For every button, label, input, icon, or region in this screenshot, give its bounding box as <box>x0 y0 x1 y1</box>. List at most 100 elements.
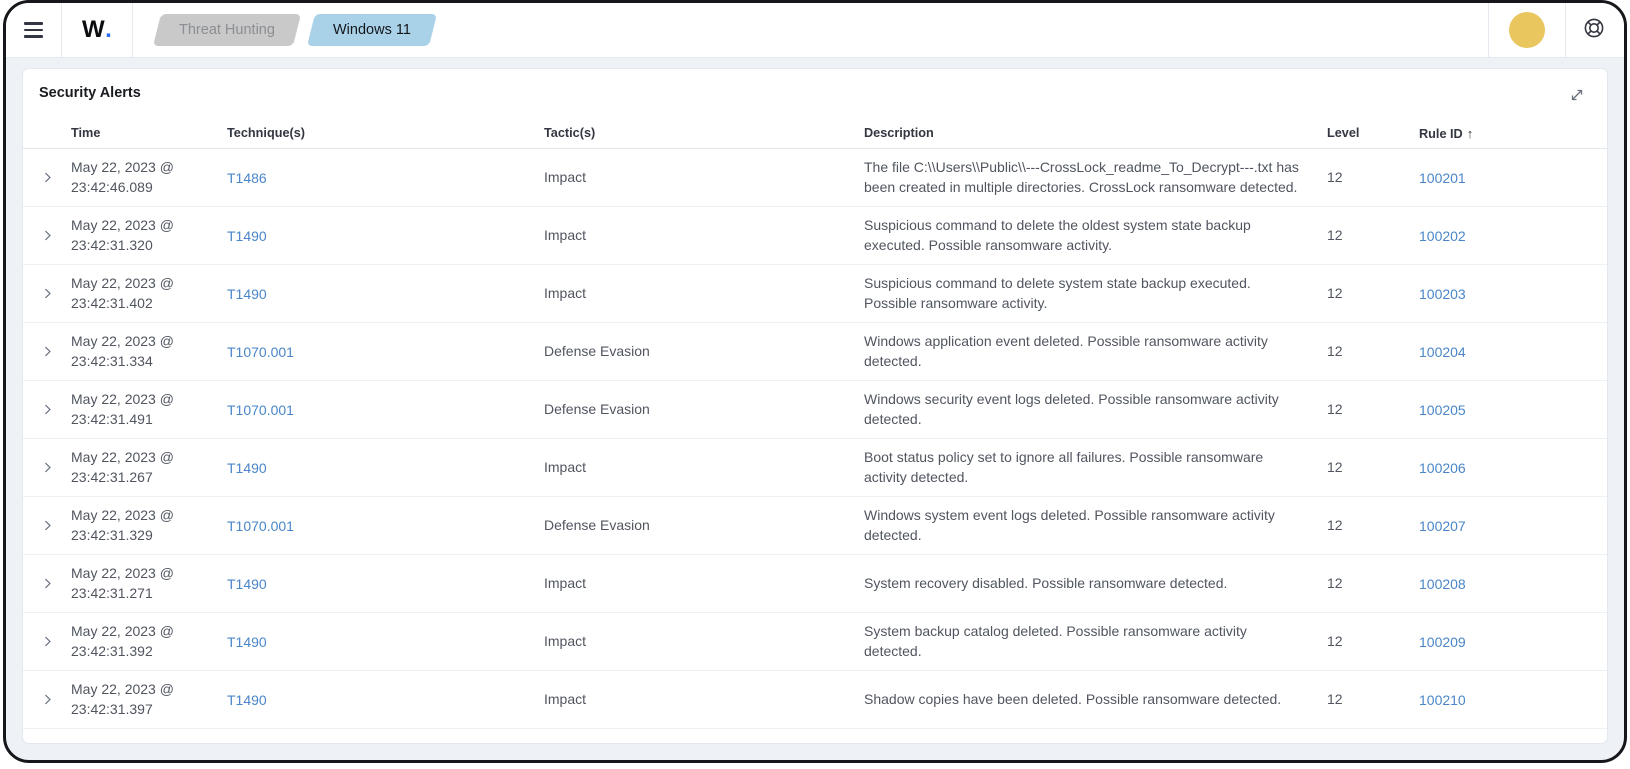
breadcrumb-label: Windows 11 <box>333 22 412 38</box>
rule-id-link[interactable]: 100202 <box>1419 228 1466 244</box>
table-row: May 22, 2023 @ 23:42:31.271 T1490 Impact… <box>23 555 1607 613</box>
app-window: W. Threat Hunting Windows 11 Security Al… <box>3 0 1627 763</box>
time-line1: May 22, 2023 @ <box>71 275 174 292</box>
row-expand-cell <box>23 689 71 711</box>
row-expand-cell <box>23 631 71 653</box>
time-line2: 23:42:31.402 <box>71 294 153 311</box>
breadcrumb-threat-hunting[interactable]: Threat Hunting <box>153 14 302 46</box>
technique-link[interactable]: T1486 <box>227 170 267 186</box>
tactic-cell: Impact <box>544 226 587 243</box>
description-cell: System backup catalog deleted. Possible … <box>864 623 1247 659</box>
technique-link[interactable]: T1070.001 <box>227 402 294 418</box>
rule-id-cell: 100202 <box>1419 228 1607 244</box>
topbar-right <box>1488 3 1624 57</box>
technique-cell: T1490 <box>227 576 544 592</box>
expand-panel-button[interactable] <box>1565 83 1589 112</box>
tactic-cell: Impact <box>544 632 587 649</box>
table-row: May 22, 2023 @ 23:42:31.267 T1490 Impact… <box>23 439 1607 497</box>
expand-row-button[interactable] <box>36 225 58 247</box>
rule-id-cell: 100203 <box>1419 286 1607 302</box>
menu-button[interactable] <box>6 3 61 57</box>
expand-row-button[interactable] <box>36 573 58 595</box>
expand-row-button[interactable] <box>36 457 58 479</box>
rule-id-link[interactable]: 100209 <box>1419 634 1466 650</box>
rule-id-link[interactable]: 100201 <box>1419 170 1466 186</box>
rule-id-link[interactable]: 100204 <box>1419 344 1466 360</box>
breadcrumb-label: Threat Hunting <box>179 22 276 38</box>
technique-link[interactable]: T1490 <box>227 576 267 592</box>
column-header-techniques[interactable]: Technique(s) <box>227 126 544 140</box>
breadcrumb-windows-11[interactable]: Windows 11 <box>307 14 438 46</box>
level-cell: 12 <box>1327 632 1343 649</box>
rule-id-cell: 100207 <box>1419 518 1607 534</box>
rule-id-link[interactable]: 100206 <box>1419 460 1466 476</box>
tactic-cell: Defense Evasion <box>544 400 650 417</box>
technique-link[interactable]: T1070.001 <box>227 344 294 360</box>
row-expand-cell <box>23 341 71 363</box>
technique-link[interactable]: T1490 <box>227 460 267 476</box>
description-cell: Windows application event deleted. Possi… <box>864 333 1268 369</box>
expand-row-button[interactable] <box>36 341 58 363</box>
table-row: May 22, 2023 @ 23:42:31.491 T1070.001 De… <box>23 381 1607 439</box>
rule-id-cell: 100209 <box>1419 634 1607 650</box>
technique-cell: T1490 <box>227 228 544 244</box>
column-header-rule-id-label: Rule ID <box>1419 126 1463 141</box>
tactic-cell: Defense Evasion <box>544 342 650 359</box>
app-logo[interactable]: W. <box>62 3 132 57</box>
expand-diagonal-icon <box>1569 89 1585 107</box>
expand-row-button[interactable] <box>36 631 58 653</box>
time-cell: May 22, 2023 @ 23:42:31.392 <box>71 622 227 661</box>
technique-link[interactable]: T1490 <box>227 286 267 302</box>
technique-cell: T1490 <box>227 460 544 476</box>
row-expand-cell <box>23 515 71 537</box>
time-line2: 23:42:31.397 <box>71 700 153 717</box>
level-cell: 12 <box>1327 342 1343 359</box>
technique-link[interactable]: T1070.001 <box>227 518 294 534</box>
tactic-cell: Impact <box>544 574 587 591</box>
rule-id-link[interactable]: 100207 <box>1419 518 1466 534</box>
tactic-cell: Defense Evasion <box>544 516 650 533</box>
column-header-rule-id[interactable]: Rule ID ↑ <box>1419 126 1607 141</box>
column-header-tactics[interactable]: Tactic(s) <box>544 126 864 140</box>
column-header-description[interactable]: Description <box>864 126 1327 140</box>
column-header-level[interactable]: Level <box>1327 126 1419 140</box>
time-line1: May 22, 2023 @ <box>71 449 174 466</box>
time-line1: May 22, 2023 @ <box>71 391 174 408</box>
description-cell: Suspicious command to delete system stat… <box>864 275 1251 311</box>
time-cell: May 22, 2023 @ 23:42:31.491 <box>71 390 227 429</box>
user-menu-button[interactable] <box>1489 12 1565 48</box>
description-cell: Windows system event logs deleted. Possi… <box>864 507 1275 543</box>
sort-ascending-icon: ↑ <box>1466 125 1474 141</box>
time-cell: May 22, 2023 @ 23:42:31.329 <box>71 506 227 545</box>
time-cell: May 22, 2023 @ 23:42:31.334 <box>71 332 227 371</box>
rule-id-link[interactable]: 100205 <box>1419 402 1466 418</box>
expand-row-button[interactable] <box>36 167 58 189</box>
rule-id-link[interactable]: 100208 <box>1419 576 1466 592</box>
expand-row-button[interactable] <box>36 515 58 537</box>
column-header-time[interactable]: Time <box>71 126 227 140</box>
expand-row-button[interactable] <box>36 689 58 711</box>
table-row: May 22, 2023 @ 23:42:31.397 T1490 Impact… <box>23 671 1607 729</box>
level-cell: 12 <box>1327 226 1343 243</box>
expand-row-button[interactable] <box>36 399 58 421</box>
expand-row-button[interactable] <box>36 283 58 305</box>
row-expand-cell <box>23 167 71 189</box>
tactic-cell: Impact <box>544 284 587 301</box>
technique-link[interactable]: T1490 <box>227 692 267 708</box>
rule-id-link[interactable]: 100210 <box>1419 692 1466 708</box>
help-button[interactable] <box>1566 16 1624 45</box>
technique-cell: T1486 <box>227 170 544 186</box>
technique-cell: T1490 <box>227 286 544 302</box>
rule-id-cell: 100210 <box>1419 692 1607 708</box>
description-cell: The file C:\\Users\\Public\\---CrossLock… <box>864 159 1299 195</box>
time-line2: 23:42:31.334 <box>71 352 153 369</box>
panel-title: Security Alerts <box>39 85 141 101</box>
time-line1: May 22, 2023 @ <box>71 507 174 524</box>
time-line1: May 22, 2023 @ <box>71 333 174 350</box>
description-cell: Boot status policy set to ignore all fai… <box>864 449 1264 485</box>
security-alerts-panel: Security Alerts Time Technique(s) Tactic… <box>22 68 1608 744</box>
technique-link[interactable]: T1490 <box>227 634 267 650</box>
rule-id-link[interactable]: 100203 <box>1419 286 1466 302</box>
breadcrumb: Threat Hunting Windows 11 <box>133 3 457 57</box>
technique-link[interactable]: T1490 <box>227 228 267 244</box>
